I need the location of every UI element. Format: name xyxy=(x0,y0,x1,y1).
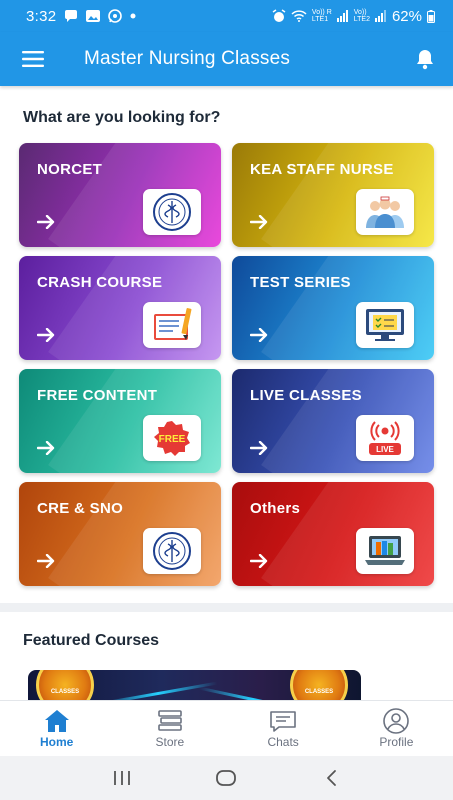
battery-percent: 62% xyxy=(391,7,422,25)
arrow-right-icon xyxy=(249,214,268,234)
badge-text: CLASSES xyxy=(304,689,334,695)
wifi-icon xyxy=(291,10,307,22)
app-bar: Master Nursing Classes xyxy=(0,32,453,86)
category-tile-test-series[interactable]: TEST SERIES xyxy=(232,256,434,360)
user-icon xyxy=(383,708,410,734)
tile-label: CRASH COURSE xyxy=(37,274,163,291)
gallery-icon xyxy=(86,10,101,22)
categories-heading: What are you looking for? xyxy=(23,109,221,126)
arrow-right-icon xyxy=(36,440,55,460)
tile-label: KEA STAFF NURSE xyxy=(250,161,394,178)
home-icon xyxy=(44,708,70,734)
category-tile-others[interactable]: Others xyxy=(232,482,434,586)
arrow-right-icon xyxy=(36,327,55,347)
notebook-pencil-icon xyxy=(143,302,201,348)
free-badge-text: FREE xyxy=(159,434,186,445)
whatsapp-icon xyxy=(108,9,123,23)
status-bar: 3:32 Vo)) R LTE1 Vo)) LTE2 62% xyxy=(0,0,453,32)
nav-label: Store xyxy=(155,735,185,749)
tile-label: CRE & SNO xyxy=(37,500,124,517)
nav-chats[interactable]: Chats xyxy=(227,701,340,756)
live-badge-text: LIVE xyxy=(376,445,394,454)
badge-text: CLASSES xyxy=(50,689,80,695)
nav-label: Profile xyxy=(379,735,414,749)
nav-label: Chats xyxy=(267,735,299,749)
dot-icon xyxy=(130,13,136,19)
nurses-group-icon xyxy=(356,189,414,235)
network-label-1: Vo)) R LTE1 xyxy=(311,9,332,23)
hamburger-menu-icon[interactable] xyxy=(0,32,66,86)
monitor-checklist-icon xyxy=(356,302,414,348)
arrow-right-icon xyxy=(249,440,268,460)
recents-icon[interactable] xyxy=(102,763,142,793)
category-grid: NORCET KEA STAFF NURSE CRASH COURSE TEST… xyxy=(19,143,434,586)
nav-profile[interactable]: Profile xyxy=(340,701,453,756)
arrow-right-icon xyxy=(249,327,268,347)
home-circle-icon[interactable] xyxy=(206,763,246,793)
live-broadcast-icon: LIVE xyxy=(356,415,414,461)
nav-store[interactable]: Store xyxy=(113,701,226,756)
category-tile-norcet[interactable]: NORCET xyxy=(19,143,221,247)
aiims-emblem-icon xyxy=(143,528,201,574)
app-title: Master Nursing Classes xyxy=(84,48,291,69)
category-tile-cre-sno[interactable]: CRE & SNO xyxy=(19,482,221,586)
books-stack-icon xyxy=(157,708,183,734)
alarm-icon xyxy=(272,9,286,23)
nav-home[interactable]: Home xyxy=(0,701,113,756)
network-label-2: Vo)) LTE2 xyxy=(353,9,370,23)
signal-icon-2 xyxy=(374,10,387,22)
featured-heading: Featured Courses xyxy=(23,632,160,649)
chat-icon xyxy=(269,708,297,734)
tile-label: TEST SERIES xyxy=(250,274,351,291)
category-tile-live-classes[interactable]: LIVE CLASSES LIVE xyxy=(232,369,434,473)
system-navigation-bar xyxy=(0,756,453,800)
arrow-right-icon xyxy=(249,553,268,573)
free-badge-icon: FREE xyxy=(143,415,201,461)
tile-label: LIVE CLASSES xyxy=(250,387,362,404)
back-icon[interactable] xyxy=(311,763,351,793)
bell-icon[interactable] xyxy=(397,32,453,86)
nav-label: Home xyxy=(39,735,74,749)
arrow-right-icon xyxy=(36,214,55,234)
tile-label: Others xyxy=(250,500,301,517)
chat-bubble-icon xyxy=(64,9,78,23)
books-laptop-icon xyxy=(356,528,414,574)
category-tile-crash-course[interactable]: CRASH COURSE xyxy=(19,256,221,360)
category-tile-kea-staff-nurse[interactable]: KEA STAFF NURSE xyxy=(232,143,434,247)
aiims-emblem-icon xyxy=(143,189,201,235)
signal-icon xyxy=(336,10,349,22)
tile-label: NORCET xyxy=(37,161,103,178)
tile-label: FREE CONTENT xyxy=(37,387,158,404)
bottom-navigation: Home Store Chats Profile xyxy=(0,700,453,756)
arrow-right-icon xyxy=(36,553,55,573)
status-time: 3:32 xyxy=(26,7,57,25)
category-tile-free-content[interactable]: FREE CONTENT FREE xyxy=(19,369,221,473)
section-divider xyxy=(0,603,453,612)
battery-icon xyxy=(427,9,435,23)
